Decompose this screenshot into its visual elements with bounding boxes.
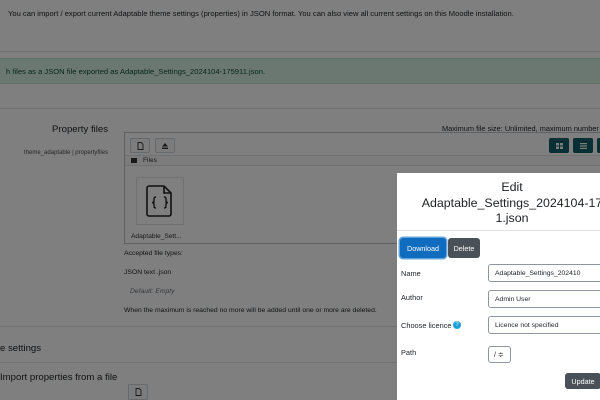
- path-label: Path: [401, 348, 417, 357]
- document-icon: [135, 388, 141, 396]
- property-files-setting-name: theme_adaptable | propertyfiles: [24, 150, 108, 156]
- dialog-title: Edit Adaptable_Settings_2024104-17 1.jso…: [397, 180, 600, 227]
- default-text: Default: Empty: [130, 288, 175, 295]
- dialog-title-line: 1.json: [495, 211, 529, 225]
- import-add-file-button[interactable]: [128, 384, 148, 400]
- name-input[interactable]: Adaptable_Settings_202410: [488, 264, 600, 282]
- grid-view-icon: [555, 142, 563, 149]
- name-label: Name: [401, 269, 421, 278]
- success-alert: h files as a JSON file exported as Adapt…: [0, 58, 600, 84]
- create-folder-button[interactable]: [155, 138, 175, 153]
- licence-select[interactable]: Licence not specified: [488, 316, 600, 334]
- intro-text: You can import / export current Adaptabl…: [8, 9, 514, 18]
- accepted-type-item: JSON text .json: [124, 269, 172, 276]
- update-button[interactable]: Update: [565, 373, 600, 389]
- edit-file-dialog: Edit Adaptable_Settings_2024104-17 1.jso…: [397, 173, 600, 400]
- import-section-heading: Import properties from a file: [0, 372, 118, 383]
- json-file-icon: [146, 185, 172, 217]
- grid-view-button[interactable]: [549, 138, 569, 153]
- author-input[interactable]: Admin User: [488, 290, 600, 308]
- add-file-button[interactable]: [130, 138, 150, 153]
- folder-icon: [131, 157, 137, 163]
- dialog-title-line: Edit: [501, 180, 523, 194]
- dialog-divider: [397, 230, 600, 231]
- settings-section-heading[interactable]: e settings: [0, 343, 41, 354]
- max-reached-text: When the maximum is reached no more will…: [124, 307, 377, 314]
- delete-button[interactable]: Delete: [448, 238, 480, 258]
- download-button[interactable]: Download: [400, 238, 446, 258]
- path-select[interactable]: / ≑: [488, 346, 511, 363]
- help-icon[interactable]: ?: [453, 321, 461, 329]
- file-tile[interactable]: [136, 177, 184, 225]
- dialog-title-line: Adaptable_Settings_2024104-17: [421, 195, 600, 210]
- list-view-icon: [579, 142, 587, 149]
- divider: [0, 51, 600, 52]
- divider: [0, 108, 600, 109]
- document-icon: [137, 141, 143, 150]
- licence-label: Choose licence: [401, 321, 452, 330]
- path-label: Files: [143, 157, 157, 164]
- upload-icon: [162, 142, 168, 149]
- author-label: Author: [401, 293, 423, 302]
- accepted-types-label: Accepted file types:: [124, 250, 183, 257]
- file-path-bar: Files: [125, 155, 600, 166]
- list-view-button[interactable]: [573, 138, 593, 153]
- property-files-label: Property files: [52, 124, 108, 135]
- file-name[interactable]: Adaptable_Sett...: [131, 233, 182, 240]
